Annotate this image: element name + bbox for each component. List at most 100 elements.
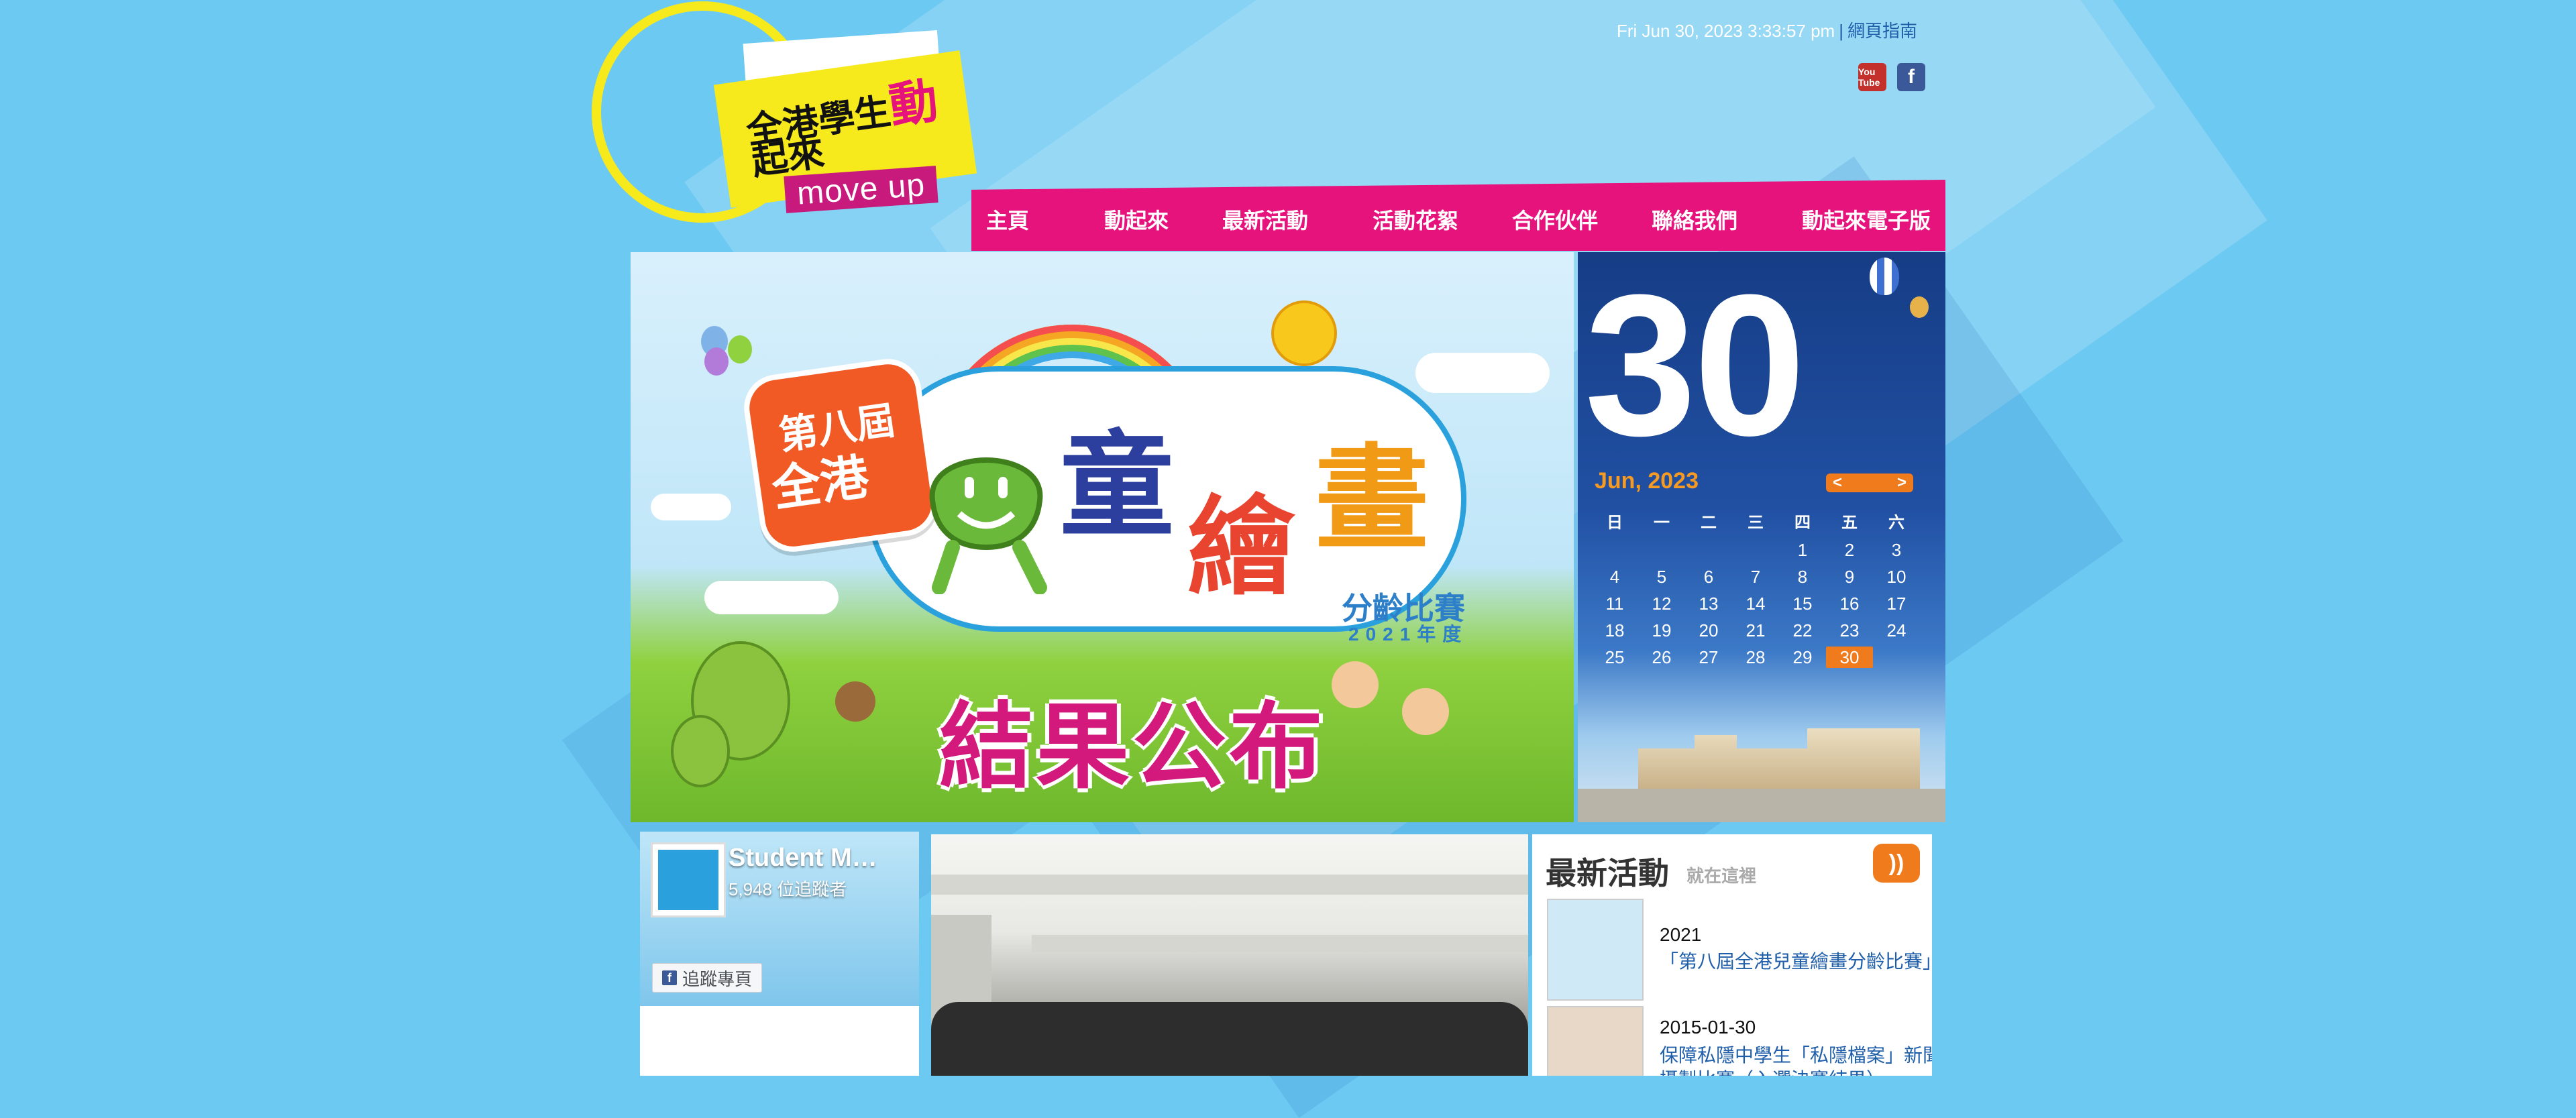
rss-icon[interactable]: )) — [1873, 844, 1920, 883]
edition-badge-line2: 全港 — [769, 450, 872, 517]
calendar-date[interactable]: 19 — [1638, 620, 1685, 641]
facebook-icon[interactable]: f — [1897, 63, 1925, 91]
calendar-weekday: 三 — [1748, 514, 1764, 532]
calendar-date[interactable]: 13 — [1685, 593, 1732, 614]
balloon-graphic — [728, 335, 752, 364]
news-subheading: 就在這裡 — [1686, 866, 1757, 886]
calendar-date[interactable]: 1 — [1779, 539, 1826, 561]
latest-news-panel: 最新活動 就在這裡 )) 2021 「第八屆全港兒童繪畫分齡比賽」 2015-0… — [1532, 834, 1932, 1076]
facebook-follow-button[interactable]: f 追蹤專頁 — [652, 963, 763, 993]
photo-detail — [931, 875, 1528, 895]
news-thumbnail[interactable] — [1547, 899, 1644, 1001]
calendar-date[interactable]: 28 — [1732, 647, 1779, 668]
calendar-date[interactable]: 15 — [1779, 593, 1826, 614]
hot-air-balloon-icon — [1870, 258, 1899, 295]
facebook-cover-image[interactable]: Student M… 5,948 位追蹤者 f 追蹤專頁 — [640, 832, 919, 1006]
header-datetime: Fri Jun 30, 2023 3:33:57 pm | 網頁指南 — [1617, 17, 1917, 42]
calendar-date[interactable]: 16 — [1826, 593, 1873, 614]
hero-banner[interactable]: 第八屆 全港 童 繪 畫 分齡比賽 2021年度 結果公布 — [631, 252, 1574, 822]
calendar-date[interactable]: 7 — [1732, 566, 1779, 588]
cloud-graphic — [1415, 353, 1550, 393]
calendar-current-day: 30 — [1585, 252, 1806, 478]
facebook-follow-label: 追蹤專頁 — [682, 968, 753, 989]
sitemap-link[interactable]: 網頁指南 — [1847, 21, 1917, 41]
calendar-date[interactable]: 11 — [1591, 593, 1638, 614]
calendar-date[interactable]: 18 — [1591, 620, 1638, 641]
child-graphic — [1402, 688, 1449, 735]
calendar-date[interactable]: 10 — [1873, 566, 1920, 588]
banner-result-text: 結果公布 — [939, 694, 1326, 799]
calendar-date[interactable]: 3 — [1873, 539, 1920, 561]
news-link[interactable]: 「第八屆全港兒童繪畫分齡比賽」 — [1660, 947, 1932, 974]
calendar-date[interactable]: 27 — [1685, 647, 1732, 668]
calendar-nav: < > — [1826, 473, 1913, 492]
calendar-date[interactable]: 5 — [1638, 566, 1685, 588]
bear-graphic — [835, 681, 875, 722]
smiley-character-icon — [929, 457, 1047, 594]
calendar-date[interactable]: 9 — [1826, 566, 1873, 588]
news-heading: 最新活動 — [1546, 856, 1669, 891]
calendar-date[interactable]: 14 — [1732, 593, 1779, 614]
child-graphic — [1332, 661, 1379, 708]
calendar-weekday: 日 — [1607, 514, 1623, 532]
calendar-widget: 30 Jun, 2023 < > 日 一 二 三 四 五 六 1 2 3 4 5… — [1578, 252, 1945, 822]
news-date: 2021 — [1660, 924, 1702, 945]
calendar-date[interactable]: 20 — [1685, 620, 1732, 641]
balloon-graphic — [704, 347, 729, 376]
calendar-date[interactable]: 17 — [1873, 593, 1920, 614]
calendar-date[interactable]: 24 — [1873, 620, 1920, 641]
calendar-month-year: Jun, 2023 — [1595, 468, 1699, 494]
news-link-continued[interactable]: 攝製比賽（入選決賽結果） — [1660, 1065, 1885, 1076]
facebook-follower-count: 5,948 位追蹤者 — [729, 879, 847, 899]
banner-title-char: 童 — [1060, 423, 1175, 550]
youtube-icon[interactable]: You Tube — [1858, 63, 1886, 91]
facebook-page-widget: Student M… 5,948 位追蹤者 f 追蹤專頁 — [640, 832, 919, 1076]
sun-graphic — [1271, 300, 1337, 366]
facebook-page-avatar[interactable] — [651, 842, 726, 917]
calendar-date[interactable]: 21 — [1732, 620, 1779, 641]
news-link[interactable]: 保障私隱中學生「私隱檔案」新聞 — [1660, 1041, 1932, 1068]
calendar-date[interactable]: 23 — [1826, 620, 1873, 641]
calendar-next-button[interactable]: > — [1897, 473, 1907, 492]
calendar-weekday: 六 — [1888, 514, 1904, 532]
nav-latest-events[interactable]: 最新活動 — [1222, 204, 1308, 235]
calendar-date — [1685, 539, 1732, 561]
ground-graphic — [1578, 789, 1945, 822]
header-separator: | — [1839, 21, 1843, 41]
calendar-date[interactable]: 8 — [1779, 566, 1826, 588]
calendar-prev-button[interactable]: < — [1833, 473, 1842, 492]
calendar-weekday: 二 — [1701, 514, 1717, 532]
news-date: 2015-01-30 — [1660, 1017, 1756, 1038]
tree-graphic — [671, 715, 730, 787]
banner-title-char: 繪 — [1187, 487, 1295, 607]
calendar-weekday: 五 — [1841, 514, 1858, 532]
calendar-date — [1873, 647, 1920, 668]
calendar-date — [1638, 539, 1685, 561]
calendar-date[interactable]: 4 — [1591, 566, 1638, 588]
facebook-page-name[interactable]: Student M… — [729, 844, 877, 873]
banner-title-char: 畫 — [1315, 436, 1430, 563]
nav-home[interactable]: 主頁 — [986, 204, 1029, 235]
calendar-date — [1591, 539, 1638, 561]
nav-highlights[interactable]: 活動花絮 — [1373, 204, 1458, 235]
hot-air-balloon-icon — [1910, 296, 1929, 318]
cloud-graphic — [704, 581, 839, 614]
nav-contact[interactable]: 聯絡我們 — [1652, 204, 1737, 235]
calendar-date[interactable]: 29 — [1779, 647, 1826, 668]
nav-move-up[interactable]: 動起來 — [1104, 204, 1169, 235]
event-photo[interactable] — [931, 834, 1528, 1076]
nav-e-version[interactable]: 動起來電子版 — [1802, 204, 1931, 235]
calendar-date[interactable]: 12 — [1638, 593, 1685, 614]
nav-partners[interactable]: 合作伙伴 — [1512, 204, 1598, 235]
calendar-weekday: 四 — [1794, 514, 1811, 532]
calendar-date[interactable]: 6 — [1685, 566, 1732, 588]
cloud-graphic — [651, 494, 731, 520]
photo-crowd — [931, 1002, 1528, 1076]
calendar-weekday: 一 — [1654, 514, 1670, 532]
calendar-date-today[interactable]: 30 — [1826, 647, 1873, 668]
calendar-date[interactable]: 22 — [1779, 620, 1826, 641]
calendar-date[interactable]: 2 — [1826, 539, 1873, 561]
calendar-date[interactable]: 26 — [1638, 647, 1685, 668]
calendar-date[interactable]: 25 — [1591, 647, 1638, 668]
news-thumbnail[interactable] — [1547, 1006, 1644, 1076]
